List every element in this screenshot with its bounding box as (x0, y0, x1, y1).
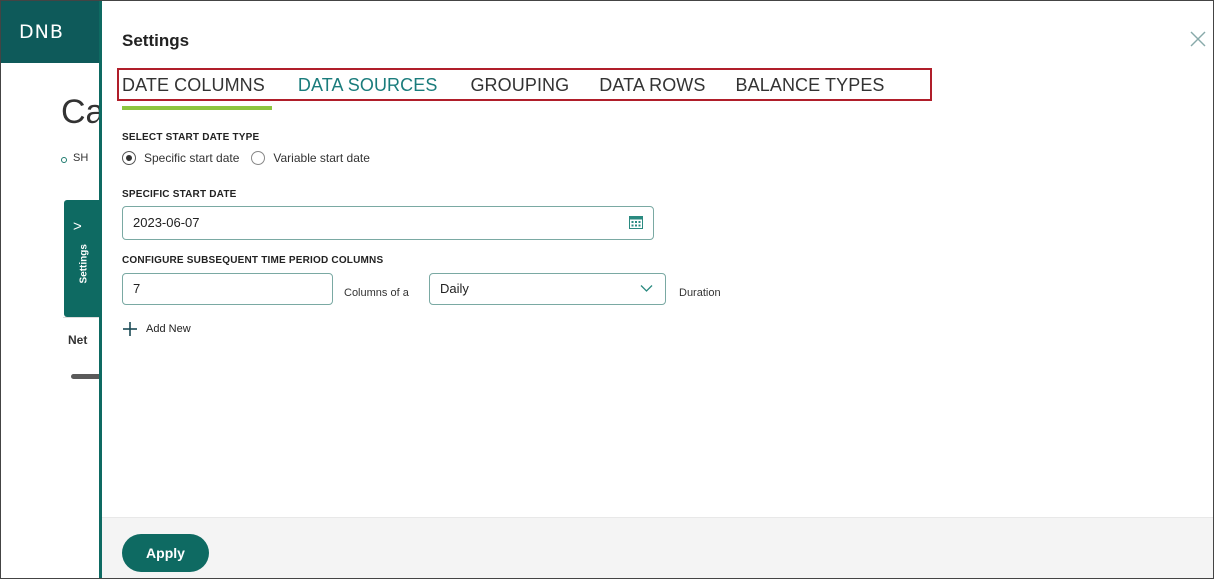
panel-title: Settings (122, 31, 190, 50)
chevron-down-icon (640, 285, 653, 292)
period-frequency-value: Daily (440, 281, 469, 296)
variable-start-date-radio[interactable] (251, 151, 266, 165)
tab-data-rows[interactable]: DATA ROWS (599, 75, 720, 96)
tab-data-sources[interactable]: DATA SOURCES (298, 75, 453, 96)
period-frequency-select[interactable]: Daily (429, 273, 666, 305)
tab-date-columns[interactable]: DATE COLUMNS (122, 75, 280, 96)
panel-footer: Apply (102, 517, 1213, 578)
tab-balance-types[interactable]: BALANCE TYPES (736, 75, 900, 96)
tab-grouping[interactable]: GROUPING (470, 75, 584, 96)
period-count-input[interactable]: 7 (122, 273, 333, 305)
status-dot-icon (61, 157, 67, 163)
start-date-type-radio-group: Specific start date Variable start date (122, 151, 382, 165)
background-column-header: Net (68, 333, 88, 347)
specific-start-date-label[interactable]: Specific start date (144, 151, 239, 165)
settings-side-tab[interactable]: > Settings (64, 200, 102, 317)
active-tab-indicator (122, 106, 272, 110)
specific-start-date-radio[interactable] (122, 151, 136, 165)
columns-of-text: Columns of a (344, 287, 409, 299)
screen: DNB Ca SH > Settings Net Settings DATE C… (0, 0, 1214, 579)
background-status-text: SH (73, 152, 89, 164)
specific-start-date-field-label: SPECIFIC START DATE (122, 189, 237, 200)
variable-start-date-label[interactable]: Variable start date (273, 151, 370, 165)
time-period-columns-label: CONFIGURE SUBSEQUENT TIME PERIOD COLUMNS (122, 255, 384, 266)
start-date-value: 2023-06-07 (133, 215, 200, 230)
duration-text: Duration (679, 287, 721, 299)
start-date-type-label: SELECT START DATE TYPE (122, 132, 260, 143)
settings-tabs: DATE COLUMNS DATA SOURCES GROUPING DATA … (122, 75, 900, 96)
add-new-button[interactable]: Add New (122, 321, 191, 337)
close-icon[interactable] (1187, 28, 1209, 50)
start-date-input[interactable]: 2023-06-07 (122, 206, 654, 240)
settings-side-tab-label: Settings (78, 244, 90, 284)
apply-button[interactable]: Apply (122, 534, 209, 572)
add-new-label: Add New (146, 323, 191, 335)
app-header: DNB (1, 1, 101, 63)
plus-icon (123, 322, 137, 336)
background-page-title: Ca (61, 93, 105, 131)
chevron-right-icon: > (73, 218, 82, 235)
divider (63, 317, 103, 318)
settings-panel: Settings DATE COLUMNS DATA SOURCES GROUP… (99, 1, 1213, 578)
dnb-logo[interactable]: DNB (19, 21, 64, 43)
calendar-icon[interactable] (629, 216, 643, 229)
